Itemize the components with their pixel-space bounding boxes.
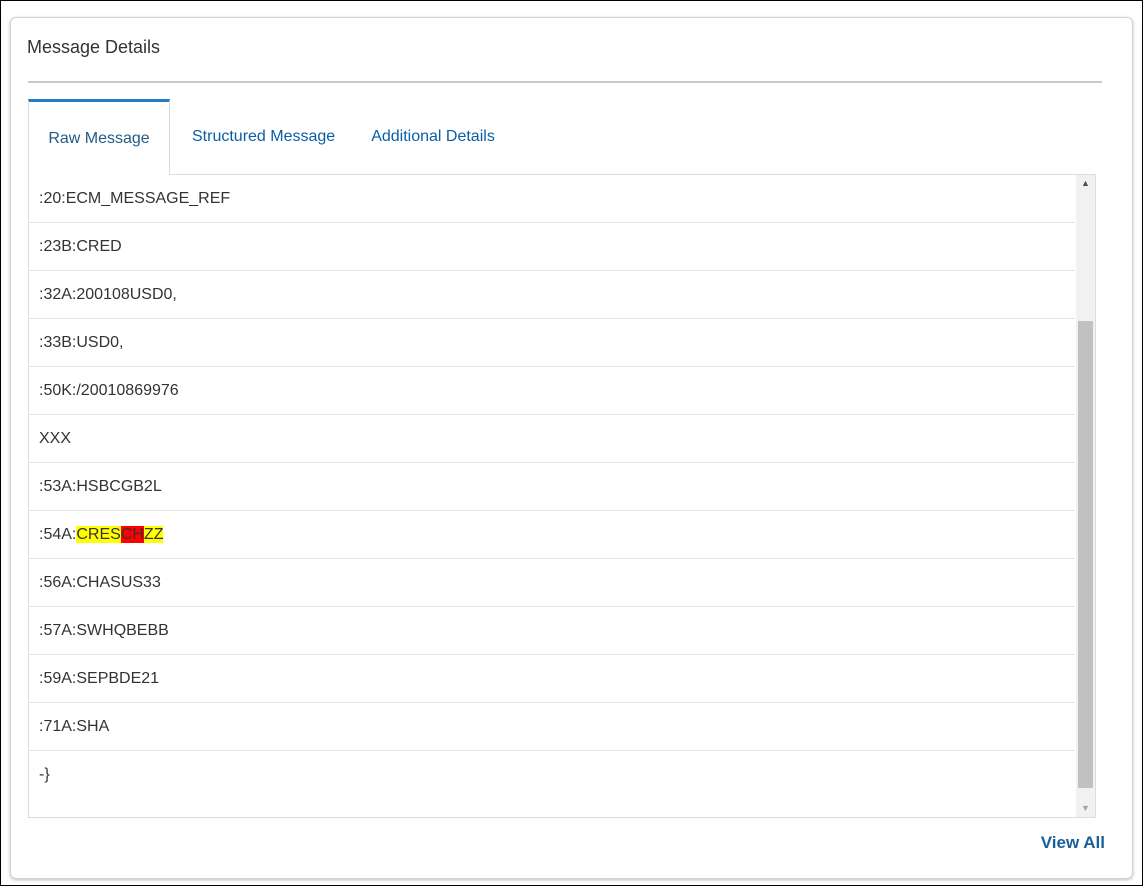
highlight-prefix: :54A: bbox=[39, 526, 77, 543]
message-line: :33B:USD0, bbox=[29, 319, 1075, 367]
tab-raw-message[interactable]: Raw Message bbox=[28, 99, 170, 175]
message-line: :71A:SHA bbox=[29, 703, 1075, 751]
tab-structured-message[interactable]: Structured Message bbox=[170, 99, 350, 175]
message-line: :53A:HSBCGB2L bbox=[29, 463, 1075, 511]
highlight-yellow-segment: ZZ bbox=[143, 526, 164, 543]
message-line-highlighted: :54A:CRESCHZZ bbox=[29, 511, 1075, 559]
message-line: :57A:SWHQBEBB bbox=[29, 607, 1075, 655]
scrollbar-thumb[interactable] bbox=[1078, 321, 1093, 788]
highlight-red-segment: CH bbox=[120, 526, 144, 543]
panel-title: Message Details bbox=[27, 37, 161, 57]
message-line: :32A:200108USD0, bbox=[29, 271, 1075, 319]
message-line: :56A:CHASUS33 bbox=[29, 559, 1075, 607]
message-line: :20:ECM_MESSAGE_REF bbox=[29, 175, 1075, 223]
message-line: XXX bbox=[29, 415, 1075, 463]
triangle-up-icon[interactable]: ▲ bbox=[1076, 175, 1095, 192]
triangle-down-icon[interactable]: ▼ bbox=[1076, 800, 1095, 817]
tab-additional-details[interactable]: Additional Details bbox=[350, 99, 510, 175]
view-all-link[interactable]: View All bbox=[1041, 833, 1105, 853]
vertical-scrollbar[interactable]: ▲ ▼ bbox=[1076, 175, 1095, 817]
message-line: -} bbox=[39, 766, 50, 783]
highlight-yellow-segment: CRES bbox=[76, 526, 121, 543]
message-line: :23B:CRED bbox=[29, 223, 1075, 271]
message-line: :59A:SEPBDE21 bbox=[29, 655, 1075, 703]
raw-message-lines: :20:ECM_MESSAGE_REF :23B:CRED :32A:20010… bbox=[29, 175, 1075, 799]
tab-bar: Raw Message Structured Message Additiona… bbox=[28, 99, 510, 175]
message-line: :50K:/20010869976 bbox=[29, 367, 1075, 415]
window-frame: Message Details Raw Message Structured M… bbox=[0, 0, 1143, 886]
raw-message-view[interactable]: :20:ECM_MESSAGE_REF :23B:CRED :32A:20010… bbox=[28, 174, 1096, 818]
title-divider bbox=[28, 81, 1102, 83]
